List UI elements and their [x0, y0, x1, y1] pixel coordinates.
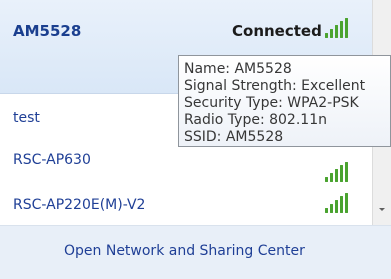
chevron-down-icon[interactable]: [379, 208, 385, 211]
tooltip-signal-strength: Signal Strength: Excellent: [184, 78, 366, 94]
signal-strength-icon: [323, 18, 357, 38]
tooltip-name: Name: AM5528: [184, 61, 292, 77]
signal-strength-icon: [323, 193, 357, 213]
network-name: RSC-AP630: [13, 152, 91, 168]
network-item-rsc-ap630[interactable]: RSC-AP630: [0, 144, 372, 182]
tooltip-radio-type: Radio Type: 802.11n: [184, 112, 327, 128]
wireless-networks-popup: AM5528 Connected test RSC-AP630 RSC-AP22…: [0, 0, 391, 279]
network-name: test: [13, 110, 40, 126]
network-name: RSC-AP220E(M)-V2: [13, 197, 146, 213]
open-network-sharing-center-link[interactable]: Open Network and Sharing Center: [64, 243, 305, 259]
connection-status: Connected: [232, 22, 322, 40]
connected-network-name: AM5528: [13, 22, 82, 40]
signal-strength-icon: [323, 162, 357, 182]
tooltip-ssid: SSID: AM5528: [184, 129, 284, 145]
network-details-tooltip: Name: AM5528 Signal Strength: Excellent …: [178, 55, 391, 147]
network-item-rsc-ap220e-m-v2[interactable]: RSC-AP220E(M)-V2: [0, 189, 372, 223]
tooltip-security-type: Security Type: WPA2-PSK: [184, 95, 359, 111]
footer: Open Network and Sharing Center: [0, 225, 391, 279]
